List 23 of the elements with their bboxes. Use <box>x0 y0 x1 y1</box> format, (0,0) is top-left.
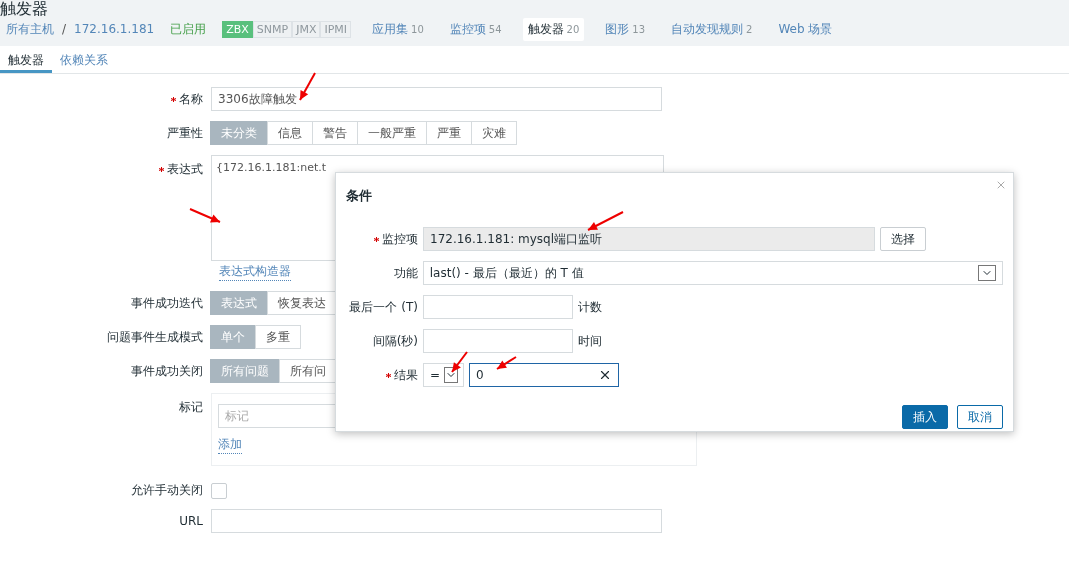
field-label: 名称 <box>179 90 203 108</box>
field-label: 最后一个 (T) <box>349 298 418 316</box>
field-label: 功能 <box>393 264 418 282</box>
page-title: 触发器 <box>0 0 49 18</box>
field-label: 事件成功关闭 <box>131 362 203 380</box>
field-label: 结果 <box>394 366 418 384</box>
field-label: 事件成功迭代 <box>131 294 203 312</box>
availability-badge: ZBX <box>222 20 253 38</box>
availability-badge: IPMI <box>320 20 352 38</box>
field-label: 标记 <box>179 399 203 416</box>
availability-badge: JMX <box>292 20 321 38</box>
breadcrumb-separator: / <box>62 22 67 36</box>
dialog-title: 条件 <box>346 187 373 205</box>
availability-badge: SNMP <box>252 20 293 38</box>
field-label: 监控项 <box>382 230 418 248</box>
field-label: 问题事件生成模式 <box>107 328 203 346</box>
field-label: 严重性 <box>167 124 203 142</box>
field-label: URL <box>179 514 203 528</box>
unit-label: 时间 <box>578 332 602 350</box>
field-label: 允许手动关闭 <box>131 482 203 499</box>
unit-label: 计数 <box>578 298 602 316</box>
field-label: 表达式 <box>167 161 203 178</box>
field-label: 间隔(秒) <box>372 332 418 350</box>
